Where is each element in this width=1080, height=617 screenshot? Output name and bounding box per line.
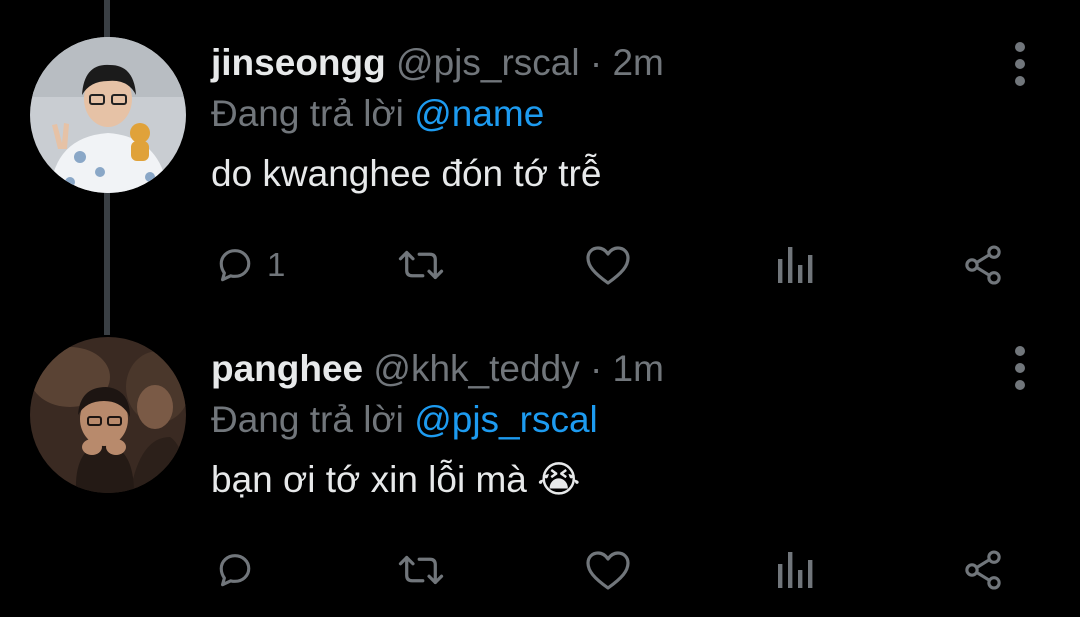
more-options-button[interactable] [1008, 42, 1032, 86]
user-handle[interactable]: @khk_teddy [373, 348, 579, 389]
retweet-icon [398, 250, 444, 280]
more-dot-icon [1015, 76, 1025, 86]
replying-to-label: Đang trả lời [211, 93, 404, 134]
reply-icon [219, 554, 251, 587]
reply-button[interactable] [213, 545, 267, 595]
tweet-header: jinseongg @pjs_rscal · 2m [211, 38, 1000, 88]
views-icon [778, 552, 813, 588]
share-icon [965, 550, 1001, 590]
share-button[interactable] [961, 240, 1005, 290]
tweet-body: jinseongg @pjs_rscal · 2m Đang trả lời @… [211, 38, 1000, 200]
mention-link[interactable]: @pjs_rscal [414, 399, 598, 440]
tweet-header: panghee @khk_teddy · 1m [211, 344, 1000, 394]
avatar-photo-icon [30, 337, 186, 493]
display-name[interactable]: jinseongg [211, 42, 386, 83]
reply-thread: jinseongg @pjs_rscal · 2m Đang trả lời @… [0, 0, 1080, 617]
tweet-text-content: bạn ơi tớ xin lỗi mà [211, 459, 527, 500]
separator-dot: · [589, 42, 603, 83]
tweet-actions [211, 545, 1011, 595]
more-dot-icon [1015, 346, 1025, 356]
replying-to: Đang trả lời @name [211, 88, 1000, 140]
tweet-text: bạn ơi tớ xin lỗi mà 😭 [211, 454, 1000, 506]
user-handle[interactable]: @pjs_rscal [396, 42, 580, 83]
timestamp[interactable]: 2m [612, 42, 663, 83]
replying-to: Đang trả lời @pjs_rscal [211, 394, 1000, 446]
more-options-button[interactable] [1008, 346, 1032, 390]
views-button[interactable] [776, 240, 816, 290]
like-button[interactable] [584, 545, 632, 595]
share-icon [965, 245, 1001, 285]
tweet[interactable]: panghee @khk_teddy · 1m Đang trả lời @pj… [0, 320, 1080, 617]
reply-icon [219, 249, 251, 282]
heart-icon [586, 246, 630, 285]
retweet-button[interactable] [396, 240, 446, 290]
tweet-actions: 1 [211, 240, 1011, 290]
reply-button[interactable]: 1 [213, 240, 285, 290]
views-icon [778, 247, 813, 283]
replying-to-label: Đang trả lời [211, 399, 404, 440]
reply-count: 1 [267, 246, 286, 283]
retweet-button[interactable] [396, 545, 446, 595]
more-dot-icon [1015, 59, 1025, 69]
heart-icon [586, 551, 630, 590]
more-dot-icon [1015, 363, 1025, 373]
tweet[interactable]: jinseongg @pjs_rscal · 2m Đang trả lời @… [0, 0, 1080, 320]
display-name[interactable]: panghee [211, 348, 363, 389]
retweet-icon [398, 555, 444, 585]
timestamp[interactable]: 1m [613, 348, 664, 389]
mention-link[interactable]: @name [414, 93, 544, 134]
like-button[interactable] [584, 240, 632, 290]
views-button[interactable] [776, 545, 816, 595]
avatar[interactable] [30, 37, 186, 193]
tweet-body: panghee @khk_teddy · 1m Đang trả lời @pj… [211, 344, 1000, 506]
separator-dot: · [589, 348, 603, 389]
more-dot-icon [1015, 380, 1025, 390]
crying-face-emoji: 😭 [537, 459, 581, 500]
avatar[interactable] [30, 337, 186, 493]
avatar-photo-icon [30, 37, 186, 193]
share-button[interactable] [961, 545, 1005, 595]
tweet-text: do kwanghee đón tớ trễ [211, 153, 602, 194]
more-dot-icon [1015, 42, 1025, 52]
